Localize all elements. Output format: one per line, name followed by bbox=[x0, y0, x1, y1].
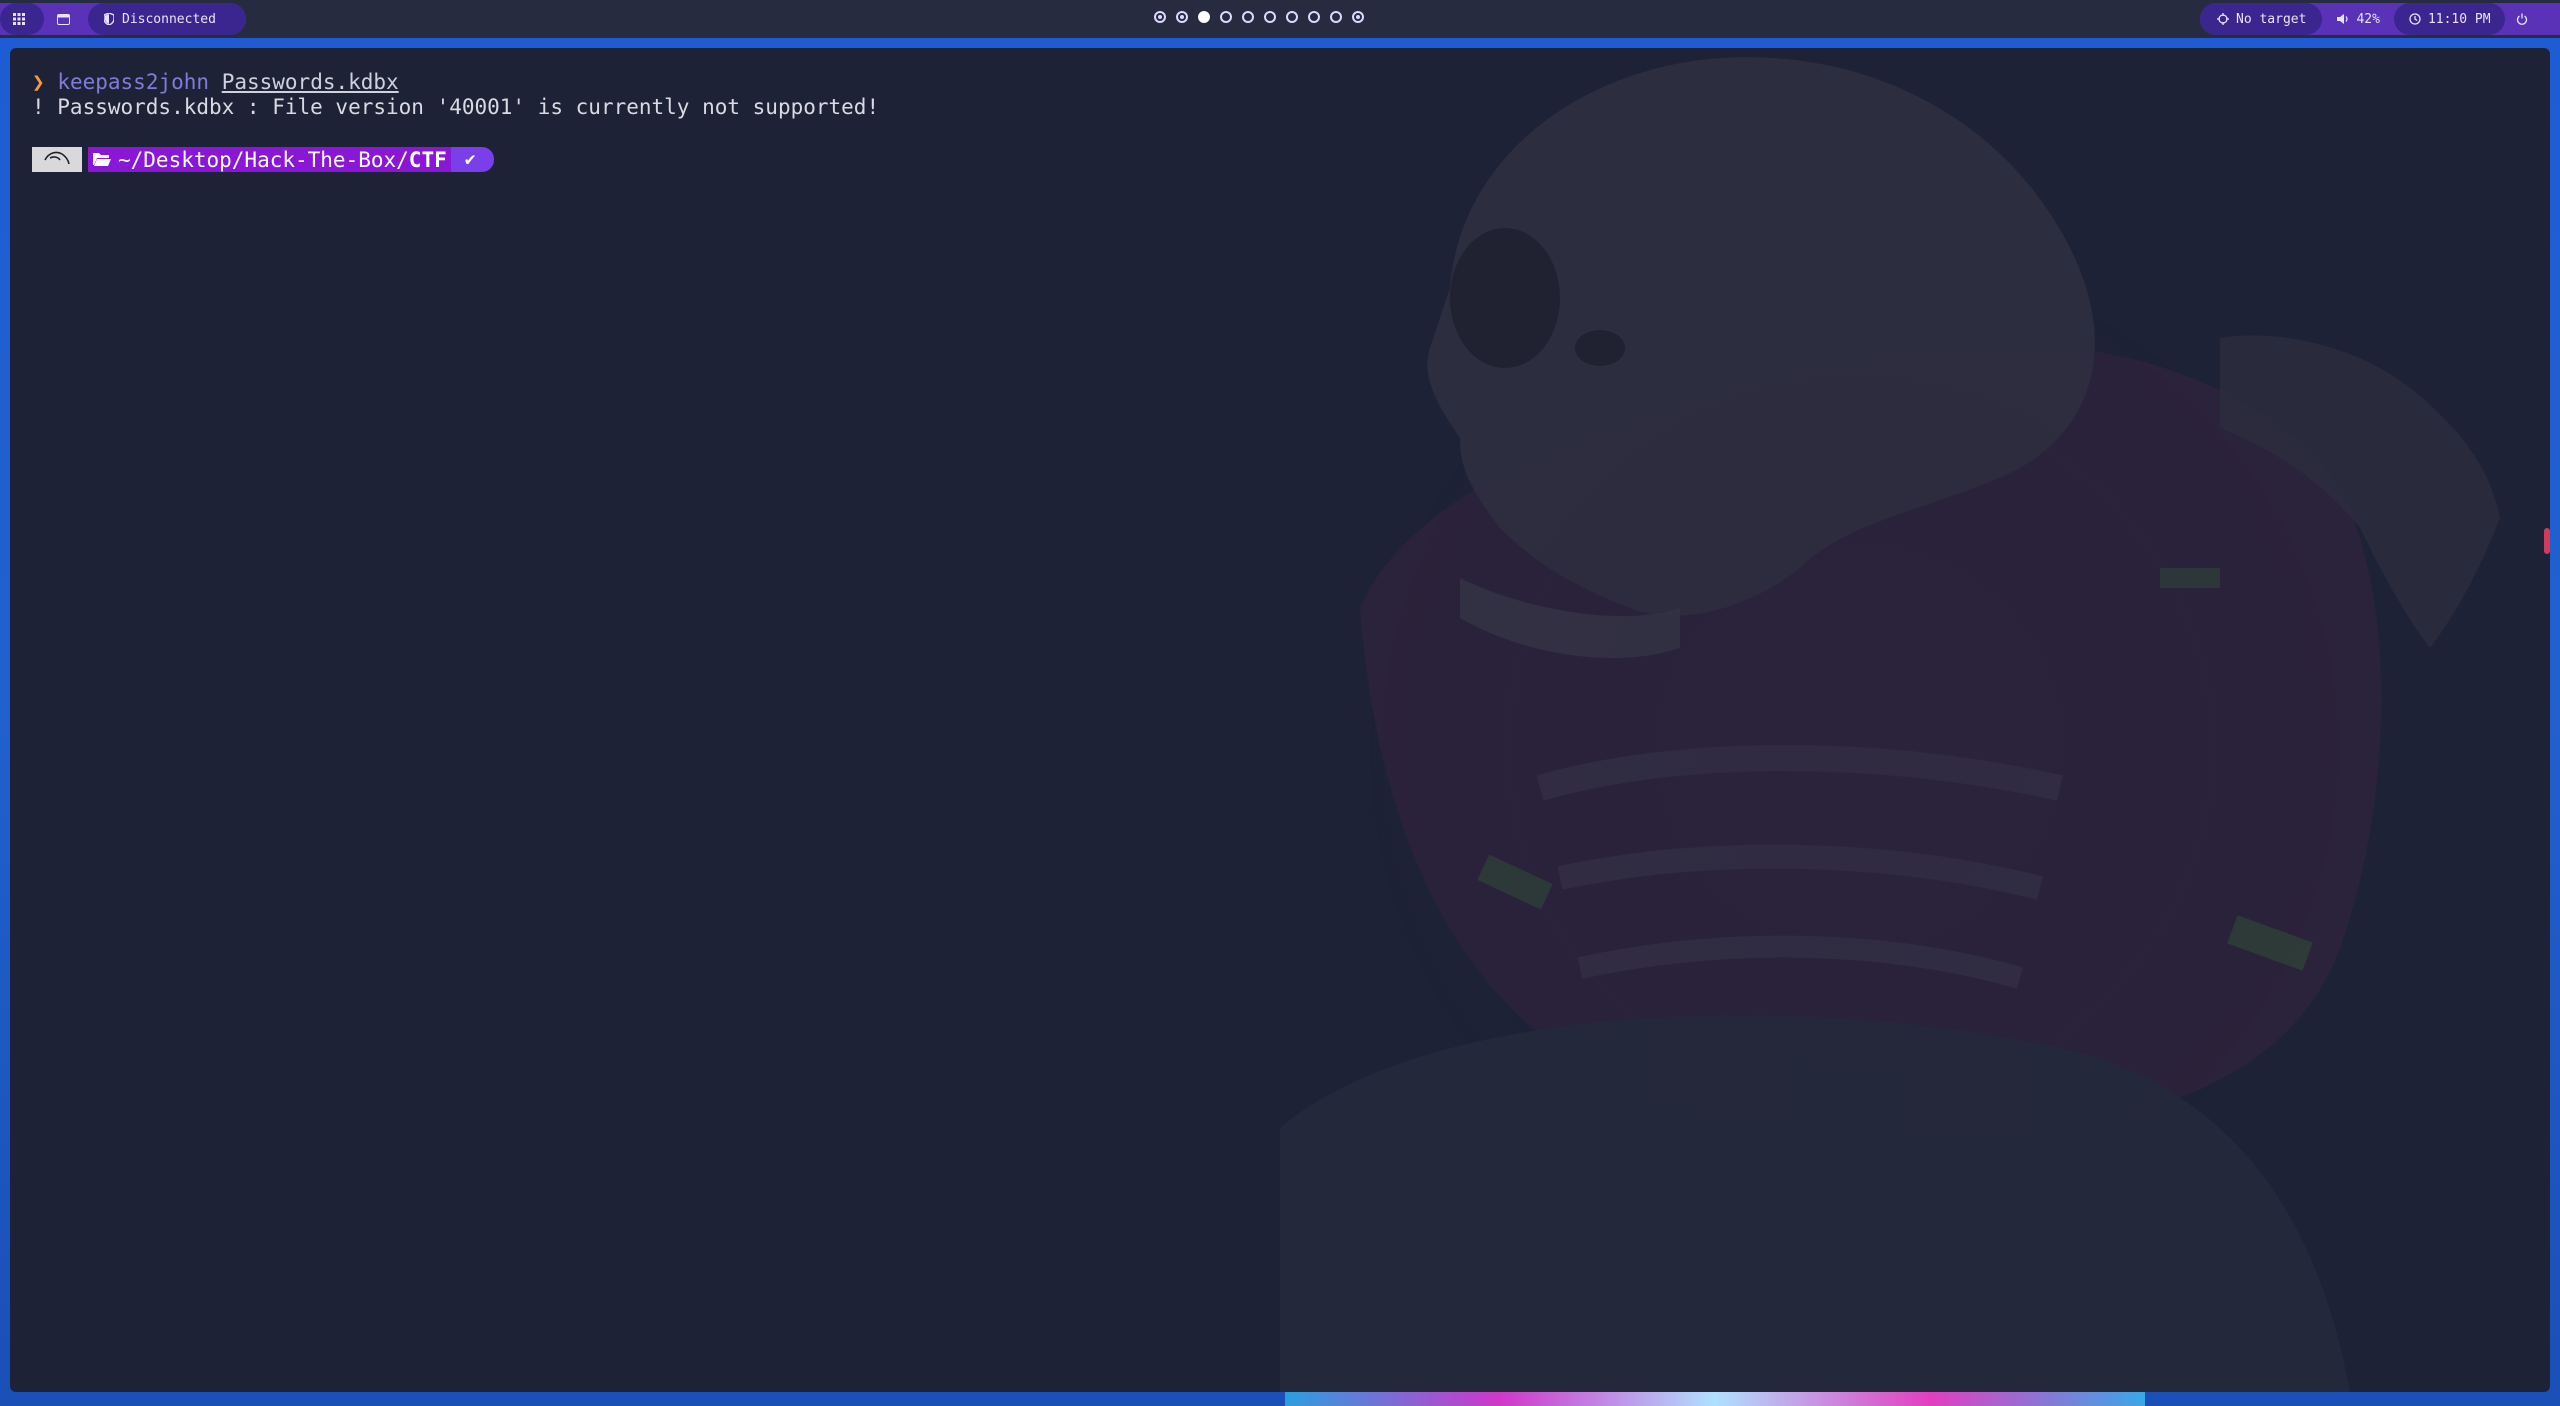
vpn-status[interactable]: Disconnected bbox=[88, 3, 246, 35]
target-label: No target bbox=[2236, 11, 2307, 27]
workspace-8[interactable] bbox=[1308, 11, 1320, 23]
command-argument[interactable]: Passwords.kdbx bbox=[222, 70, 399, 94]
right-panel-group: No target 42% 11:10 PM bbox=[2200, 3, 2560, 35]
speaker-icon bbox=[2336, 12, 2350, 26]
shield-icon bbox=[102, 12, 116, 26]
error-output: ! Passwords.kdbx : File version '40001' … bbox=[32, 95, 880, 119]
command-name: keepass2john bbox=[57, 70, 210, 94]
window-icon bbox=[56, 12, 70, 26]
clock[interactable]: 11:10 PM bbox=[2393, 3, 2505, 35]
workspace-indicator bbox=[1154, 11, 1364, 23]
prompt-arrow: ❯ bbox=[32, 70, 45, 94]
crosshair-icon bbox=[2216, 12, 2230, 26]
os-segment bbox=[32, 147, 82, 172]
terminal-window[interactable]: ❯ keepass2john Passwords.kdbx ! Password… bbox=[10, 48, 2550, 1392]
workspace-4[interactable] bbox=[1220, 11, 1232, 23]
workspace-2[interactable] bbox=[1176, 11, 1188, 23]
scroll-indicator[interactable] bbox=[2544, 528, 2550, 554]
window-switcher-button[interactable] bbox=[44, 3, 88, 35]
kali-dragon-icon bbox=[44, 150, 70, 170]
skeleton-wallpaper bbox=[1280, 57, 2500, 1392]
workspace-10[interactable] bbox=[1352, 11, 1364, 23]
left-panel-group: Disconnected bbox=[0, 3, 246, 35]
grid-icon bbox=[12, 12, 26, 26]
clock-icon bbox=[2408, 12, 2422, 26]
wallpaper-peek bbox=[1285, 1392, 2145, 1406]
folder-open-icon bbox=[92, 148, 112, 172]
clock-time: 11:10 PM bbox=[2427, 11, 2491, 27]
terminal-output: ❯ keepass2john Passwords.kdbx ! Password… bbox=[32, 70, 879, 120]
top-panel: Disconnected No target 42% 11:10 PM bbox=[0, 0, 2560, 38]
workspace-3[interactable] bbox=[1198, 11, 1210, 23]
path-segment: ~/Desktop/Hack-The-Box/CTF bbox=[88, 147, 461, 172]
path-text: ~/Desktop/Hack-The-Box/ bbox=[118, 147, 409, 172]
workspace-9[interactable] bbox=[1330, 11, 1342, 23]
desktop: Disconnected No target 42% 11:10 PM ❯ ke… bbox=[0, 0, 2560, 1406]
power-button[interactable] bbox=[2505, 3, 2545, 35]
volume-indicator[interactable]: 42% bbox=[2322, 3, 2393, 35]
command-line: ❯ keepass2john Passwords.kdbx bbox=[32, 70, 879, 95]
workspace-1[interactable] bbox=[1154, 11, 1166, 23]
status-segment: ✔ bbox=[450, 147, 494, 172]
workspace-7[interactable] bbox=[1286, 11, 1298, 23]
volume-value: 42% bbox=[2356, 11, 2380, 27]
check-icon: ✔ bbox=[464, 149, 476, 170]
path-current-dir: CTF bbox=[408, 147, 447, 172]
power-icon bbox=[2515, 12, 2529, 26]
shell-prompt: ~/Desktop/Hack-The-Box/CTF ✔ bbox=[32, 147, 494, 172]
vpn-status-label: Disconnected bbox=[122, 11, 216, 27]
workspace-5[interactable] bbox=[1242, 11, 1254, 23]
workspace-6[interactable] bbox=[1264, 11, 1276, 23]
launcher-button[interactable] bbox=[0, 3, 44, 35]
target-indicator[interactable]: No target bbox=[2200, 3, 2323, 35]
